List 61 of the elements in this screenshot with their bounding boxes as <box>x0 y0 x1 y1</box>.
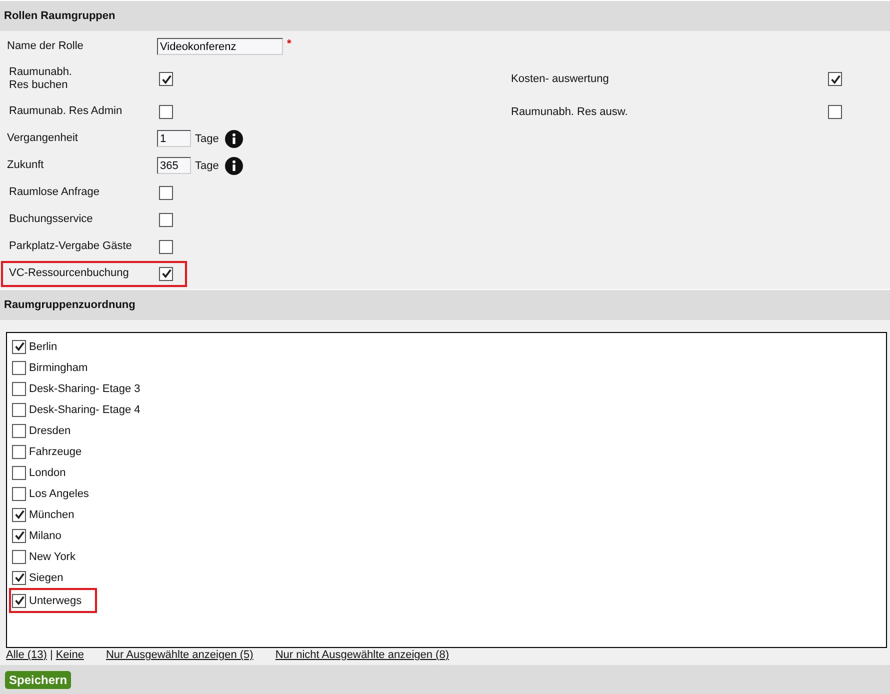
filter-link[interactable]: Nur Ausgewählte anzeigen (5) <box>106 649 254 661</box>
checkbox[interactable] <box>12 508 26 522</box>
checkbox[interactable] <box>12 402 26 416</box>
save-button[interactable]: Speichern <box>5 670 72 688</box>
info-icon[interactable] <box>224 130 243 148</box>
group-label: Los Angeles <box>29 488 89 500</box>
checkbox[interactable] <box>12 424 26 438</box>
checkbox[interactable] <box>159 266 173 280</box>
checkbox[interactable] <box>12 486 26 500</box>
field-label: Raumlose Anfrage <box>8 186 100 199</box>
checkbox[interactable] <box>12 594 26 608</box>
checkbox[interactable] <box>159 186 173 200</box>
section-header: Rollen Raumgruppen <box>0 0 890 31</box>
group-label: Desk-Sharing- Etage 4 <box>29 404 140 416</box>
filter-link[interactable]: Nur nicht Ausgewählte anzeigen (8) <box>275 649 450 661</box>
input-field[interactable]: Videokonferenz <box>157 38 283 55</box>
group-label: New York <box>29 550 76 562</box>
checkbox[interactable] <box>12 340 26 354</box>
checkbox[interactable] <box>159 240 173 254</box>
group-label: London <box>29 466 66 478</box>
checkbox[interactable] <box>828 104 842 118</box>
checkbox[interactable] <box>12 382 26 396</box>
group-label: Berlin <box>29 340 58 352</box>
checkbox[interactable] <box>159 72 173 86</box>
input-field[interactable]: 365 <box>157 157 191 174</box>
field-label: Raumunabh. Res ausw. <box>511 106 629 118</box>
field-label: Name der Rolle <box>6 40 84 53</box>
field-label: Vergangenheit <box>6 132 79 145</box>
field-label: Parkplatz-Vergabe Gäste <box>8 240 133 253</box>
select-none-link[interactable]: Keine <box>56 649 84 661</box>
checkbox[interactable] <box>12 466 26 480</box>
checkbox[interactable] <box>12 360 26 374</box>
field-label: Raumunabh. Res buchen <box>8 66 73 92</box>
group-label: Birmingham <box>29 362 88 374</box>
input-field[interactable]: 1 <box>157 130 191 147</box>
group-label: Siegen <box>29 572 64 584</box>
required-mark: * <box>287 38 292 50</box>
info-icon[interactable] <box>224 156 243 174</box>
group-label: München <box>29 508 74 520</box>
checkbox[interactable] <box>12 444 26 458</box>
checkbox[interactable] <box>159 212 173 226</box>
field-label: Raumunab. Res Admin <box>8 105 124 118</box>
unit-label: Tage <box>195 132 219 144</box>
group-label: Milano <box>29 530 62 542</box>
field-label: VC-Ressourcenbuchung <box>8 267 130 280</box>
checkbox[interactable] <box>12 528 26 542</box>
checkbox[interactable] <box>12 570 26 584</box>
group-label: Dresden <box>29 424 71 436</box>
checkbox[interactable] <box>828 72 842 86</box>
separator: | <box>50 649 53 661</box>
group-label: Unterwegs <box>29 594 82 606</box>
checkbox[interactable] <box>12 550 26 564</box>
group-label: Fahrzeuge <box>29 446 82 458</box>
field-label: Zukunft <box>6 159 45 172</box>
field-label: Buchungsservice <box>8 213 94 226</box>
select-all-link[interactable]: Alle (13) <box>6 649 47 661</box>
field-label: Kosten- auswertung <box>511 73 610 85</box>
group-label: Desk-Sharing- Etage 3 <box>29 382 140 394</box>
section-header: Raumgruppenzuordnung <box>0 289 890 320</box>
unit-label: Tage <box>195 160 219 172</box>
checkbox[interactable] <box>159 104 173 118</box>
